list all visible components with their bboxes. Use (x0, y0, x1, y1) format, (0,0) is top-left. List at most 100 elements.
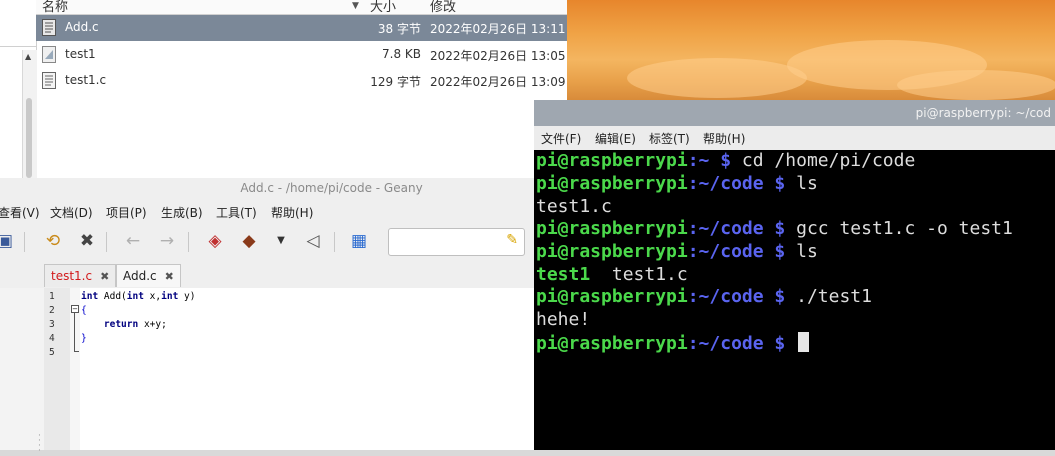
terminal-menu-bar: 文件(F) 编辑(E) 标签(T) 帮助(H) (534, 126, 1055, 150)
line-number: 3 (49, 319, 55, 330)
fold-end (74, 351, 79, 352)
compile-icon[interactable]: ◈ (204, 230, 226, 252)
clear-brush-icon[interactable]: ✎ (506, 232, 518, 248)
file-row-test1[interactable]: test1 7.8 KB 2022年02月26日 13:05 (36, 42, 567, 68)
menu-view[interactable]: 查看(V) (0, 204, 40, 221)
terminal-line: pi@raspberrypi:~/code $ ./test1 (536, 286, 872, 308)
command-text: ./test1 (796, 286, 872, 307)
prompt-path: :~/code (687, 286, 775, 307)
terminal-title: pi@raspberrypi: ~/cod (915, 106, 1051, 120)
code-line-4: } (81, 333, 87, 344)
tab-add-c[interactable]: Add.c ✖ (116, 264, 181, 287)
prompt-sign: $ (774, 218, 797, 239)
output-text: hehe! (536, 309, 591, 330)
prompt-sign: $ (774, 333, 797, 354)
code-editor[interactable]: 1 2 3 4 5 − int Add(int x,int y) { retur… (44, 288, 535, 450)
code-keyword: return (103, 319, 139, 330)
scrollbar-thumb[interactable] (26, 98, 32, 178)
command-text: gcc test1.c -o test1 (796, 218, 1013, 239)
terminal-line: test1 test1.c (536, 264, 688, 286)
line-number-gutter: 1 2 3 4 5 (44, 288, 70, 450)
search-input[interactable]: ✎ (388, 228, 525, 256)
prompt-user: pi@raspberrypi (536, 286, 688, 307)
code-keyword: int (126, 291, 144, 302)
text-file-icon (42, 72, 56, 89)
toolbar-separator (334, 232, 335, 252)
file-modified: 2022年02月26日 13:05 (430, 49, 566, 63)
menu-help[interactable]: 帮助(H) (703, 130, 745, 147)
file-row-test1-c[interactable]: test1.c 129 字节 2022年02月26日 13:09 (36, 68, 567, 94)
revert-icon[interactable]: ⟲ (42, 230, 64, 252)
toolbar-separator (188, 232, 189, 252)
prompt-path: :~/code (687, 333, 775, 354)
column-name-header[interactable]: 名称 (42, 0, 68, 15)
prompt-path: :~/code (687, 218, 775, 239)
file-list-header: 名称 ▼ 大小 修改 (36, 0, 567, 15)
file-modified: 2022年02月26日 13:11 (430, 22, 566, 36)
menu-edit[interactable]: 编辑(E) (595, 130, 636, 147)
scroll-up-arrow-icon[interactable]: ▲ (25, 52, 31, 61)
prompt-sign: $ (720, 150, 742, 171)
forward-icon[interactable]: → (156, 230, 178, 252)
menu-build[interactable]: 生成(B) (161, 204, 203, 221)
code-text: x+y; (138, 319, 167, 330)
line-number: 2 (49, 305, 55, 316)
menu-help[interactable]: 帮助(H) (271, 204, 313, 221)
file-size: 7.8 KB (382, 47, 421, 61)
terminal-cursor (798, 332, 810, 352)
terminal-output[interactable]: pi@raspberrypi:~ $ cd /home/pi/code pi@r… (534, 150, 1055, 450)
prompt-user: pi@raspberrypi (536, 150, 688, 171)
column-modified-header[interactable]: 修改 (430, 0, 456, 15)
fold-toggle-icon[interactable]: − (71, 305, 79, 313)
tab-label: Add.c (123, 269, 157, 283)
fold-line (74, 313, 75, 351)
command-text: ls (796, 241, 818, 262)
file-name: test1.c (65, 73, 107, 87)
terminal-titlebar[interactable]: pi@raspberrypi: ~/cod (534, 100, 1055, 126)
sidebar-divider (0, 46, 36, 47)
command-text: cd /home/pi/code (741, 150, 916, 171)
prompt-path: :~/code (687, 173, 775, 194)
color-chooser-icon[interactable]: ▦ (348, 230, 370, 252)
close-icon[interactable]: ✖ (76, 230, 98, 252)
menu-tabs[interactable]: 标签(T) (649, 130, 690, 147)
menu-document[interactable]: 文档(D) (50, 204, 93, 221)
command-text: ls (796, 173, 818, 194)
terminal-window: pi@raspberrypi: ~/cod 文件(F) 编辑(E) 标签(T) … (534, 100, 1055, 450)
prompt-sign: $ (774, 241, 797, 262)
editor-tabs: test1.c ✖ Add.c ✖ (44, 262, 535, 288)
build-dropdown-icon[interactable]: ▼ (270, 230, 292, 252)
cloud (897, 70, 1055, 100)
prompt-path: :~/code (687, 241, 775, 262)
column-size-header[interactable]: 大小 (370, 0, 396, 15)
code-line-1: int Add(int x,int y) (81, 291, 195, 302)
menu-project[interactable]: 项目(P) (106, 204, 147, 221)
terminal-line: pi@raspberrypi:~/code $ (536, 332, 810, 355)
file-size: 38 字节 (377, 22, 421, 36)
sidebar-panel: · · · · (0, 288, 45, 456)
run-icon[interactable]: ◁ (302, 230, 324, 252)
executable-name: test1 (536, 264, 591, 285)
pane-grip-icon[interactable]: · · · · (38, 432, 41, 456)
prompt-user: pi@raspberrypi (536, 218, 688, 239)
terminal-line: pi@raspberrypi:~/code $ gcc test1.c -o t… (536, 218, 1013, 240)
file-row-add-c[interactable]: Add.c 38 字节 2022年02月26日 13:11 (36, 15, 567, 41)
code-keyword: int (81, 291, 99, 302)
menu-file[interactable]: 文件(F) (541, 130, 581, 147)
tab-close-icon[interactable]: ✖ (165, 270, 174, 283)
file-size: 129 字节 (370, 75, 421, 89)
back-icon[interactable]: ← (122, 230, 144, 252)
executable-file-icon (42, 46, 56, 63)
terminal-line: pi@raspberrypi:~ $ cd /home/pi/code (536, 150, 915, 172)
geany-window: Add.c - /home/pi/code - Geany 查看(V) 文档(D… (0, 178, 535, 456)
save-all-icon[interactable]: ▣ (0, 230, 16, 252)
places-sidebar: ▲ (0, 0, 37, 178)
tab-label: test1.c (51, 269, 93, 283)
code-line-3: return x+y; (81, 319, 167, 330)
tab-test1-c[interactable]: test1.c ✖ (44, 264, 117, 287)
tab-close-icon[interactable]: ✖ (100, 270, 109, 283)
menu-tools[interactable]: 工具(T) (216, 204, 257, 221)
build-icon[interactable]: ◆ (238, 230, 260, 252)
sidebar-scrollbar[interactable]: ▲ (22, 50, 37, 178)
